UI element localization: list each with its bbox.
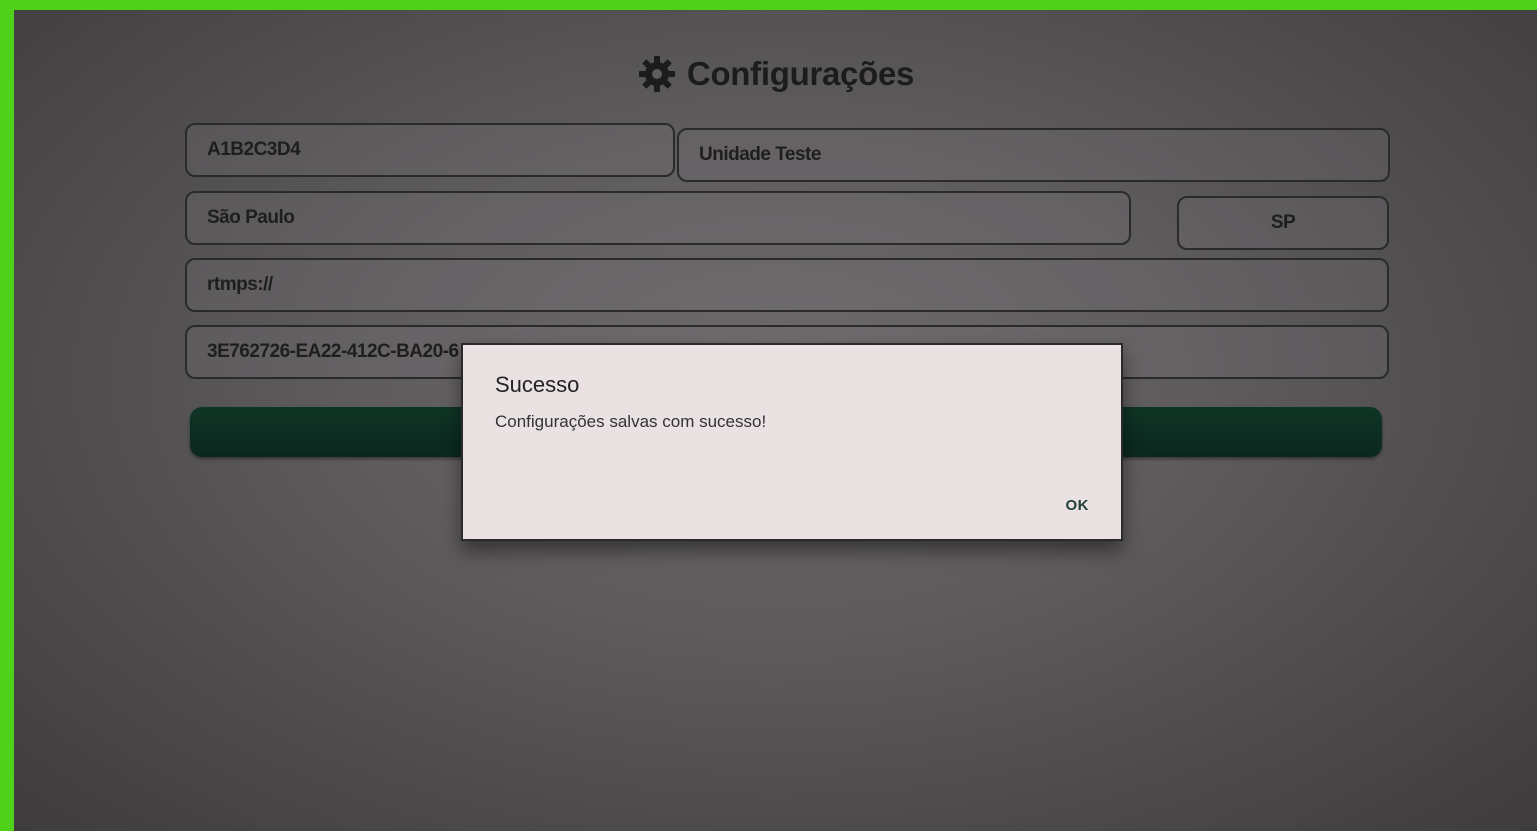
unit-name-field[interactable]: Unidade Teste [677,128,1390,182]
state-field[interactable]: SP [1177,196,1389,250]
dialog-title: Sucesso [495,372,580,397]
city-field[interactable]: São Paulo [185,191,1131,245]
success-dialog: Sucesso Configurações salvas com sucesso… [461,343,1123,541]
ok-button[interactable]: OK [1066,497,1090,514]
code-field[interactable]: A1B2C3D4 [185,123,675,177]
page-header: Configurações [14,54,1537,94]
settings-screen: Configurações A1B2C3D4 Unidade Teste São… [14,10,1537,831]
page-title: Configurações [686,55,915,92]
gear-icon [637,54,677,94]
stream-url-field[interactable]: rtmps:// [185,258,1389,312]
screen-frame: Configurações A1B2C3D4 Unidade Teste São… [0,0,1537,831]
dialog-message: Configurações salvas com sucesso! [495,412,767,431]
